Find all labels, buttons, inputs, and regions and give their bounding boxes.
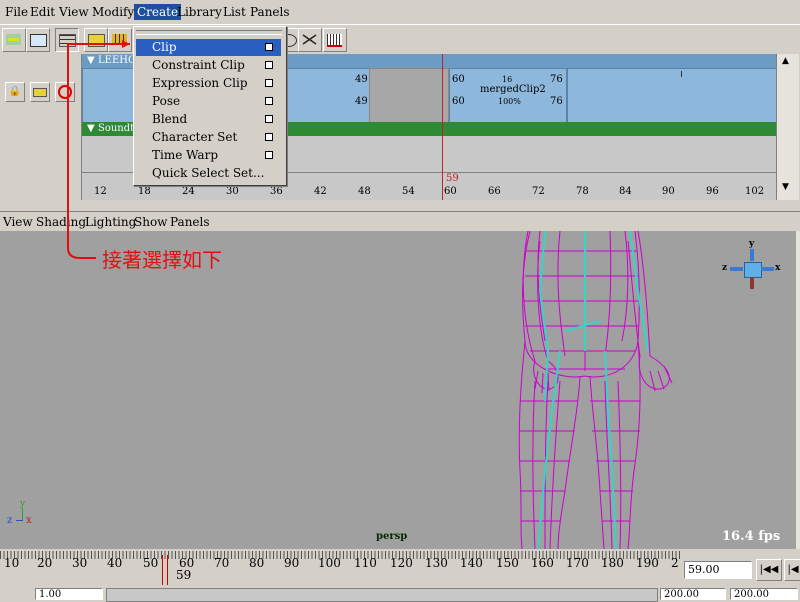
playhead-marker[interactable] (162, 555, 168, 585)
menu-item-character-set[interactable]: Character Set (136, 129, 281, 146)
option-box-icon[interactable] (265, 43, 273, 51)
timeslider-tick: 180 (601, 556, 624, 570)
timeslider-tick: 40 (107, 556, 123, 570)
menu-item-label: Expression Clip (152, 76, 248, 90)
menu-item-label: Blend (152, 112, 188, 126)
menu-item-label: Character Set (152, 130, 238, 144)
option-box-icon[interactable] (265, 151, 273, 159)
timeslider-tick: 20 (37, 556, 53, 570)
menu-item-label: Quick Select Set... (152, 166, 265, 180)
menu-item-clip[interactable]: Clip (136, 39, 281, 56)
step-forward-icon: |◀ (787, 564, 799, 575)
timeslider-current-frame: 59 (176, 568, 192, 582)
option-box-icon[interactable] (265, 79, 273, 87)
timeslider-tick: 70 (214, 556, 230, 570)
tearoff-line[interactable] (136, 30, 282, 35)
range-start-field[interactable]: 1.00 (35, 588, 103, 600)
menu-item-label: Time Warp (152, 148, 218, 162)
option-box-icon[interactable] (265, 133, 273, 141)
timeslider-tick: 100 (318, 556, 341, 570)
timeslider-tick: 140 (460, 556, 483, 570)
timeslider-tick: 150 (496, 556, 519, 570)
timeslider-tick: 110 (354, 556, 377, 570)
timeslider-tick: 90 (284, 556, 300, 570)
current-time-field[interactable]: 59.00 (684, 561, 752, 579)
timeslider-tick: 50 (143, 556, 159, 570)
annotation-text: 接著選擇如下 (102, 248, 222, 272)
menu-item-expression-clip[interactable]: Expression Clip (136, 75, 281, 92)
menu-item-label: Pose (152, 94, 181, 108)
timeslider-tick: 130 (425, 556, 448, 570)
time-slider[interactable]: 10 20 30 40 50 60 70 80 90 100 110 120 1… (0, 551, 680, 585)
timeslider-tick: 30 (72, 556, 88, 570)
menu-item-blend[interactable]: Blend (136, 111, 281, 128)
menu-item-label: Constraint Clip (152, 58, 245, 72)
option-box-icon[interactable] (265, 61, 273, 69)
step-back-button[interactable]: |◀◀ (756, 559, 782, 581)
menu-item-constraint-clip[interactable]: Constraint Clip (136, 57, 281, 74)
range-slider-bar: 1.00 200.00 200.00 (0, 586, 800, 602)
annotation-arrow (67, 40, 130, 259)
timeslider-tick: 160 (531, 556, 554, 570)
option-box-icon[interactable] (265, 115, 273, 123)
timeslider-tick: 170 (566, 556, 589, 570)
step-forward-button[interactable]: |◀ (784, 559, 800, 581)
timeslider-tick: 10 (4, 556, 20, 570)
create-menu-dropdown: Clip Constraint Clip Expression Clip Pos… (133, 26, 287, 186)
step-back-icon: |◀◀ (759, 564, 779, 575)
timeslider-tick: 120 (390, 556, 413, 570)
range-end-field[interactable]: 200.00 (660, 588, 726, 600)
menu-item-time-warp[interactable]: Time Warp (136, 147, 281, 164)
timeslider-tick: 2 (671, 556, 679, 570)
playback-end-field[interactable]: 200.00 (730, 588, 798, 600)
menu-item-quick-select-set[interactable]: Quick Select Set... (136, 165, 281, 182)
timeslider-tick: 190 (636, 556, 659, 570)
timeslider-tick: 80 (249, 556, 265, 570)
menu-item-pose[interactable]: Pose (136, 93, 281, 110)
option-box-icon[interactable] (265, 97, 273, 105)
menu-item-label: Clip (152, 40, 177, 54)
